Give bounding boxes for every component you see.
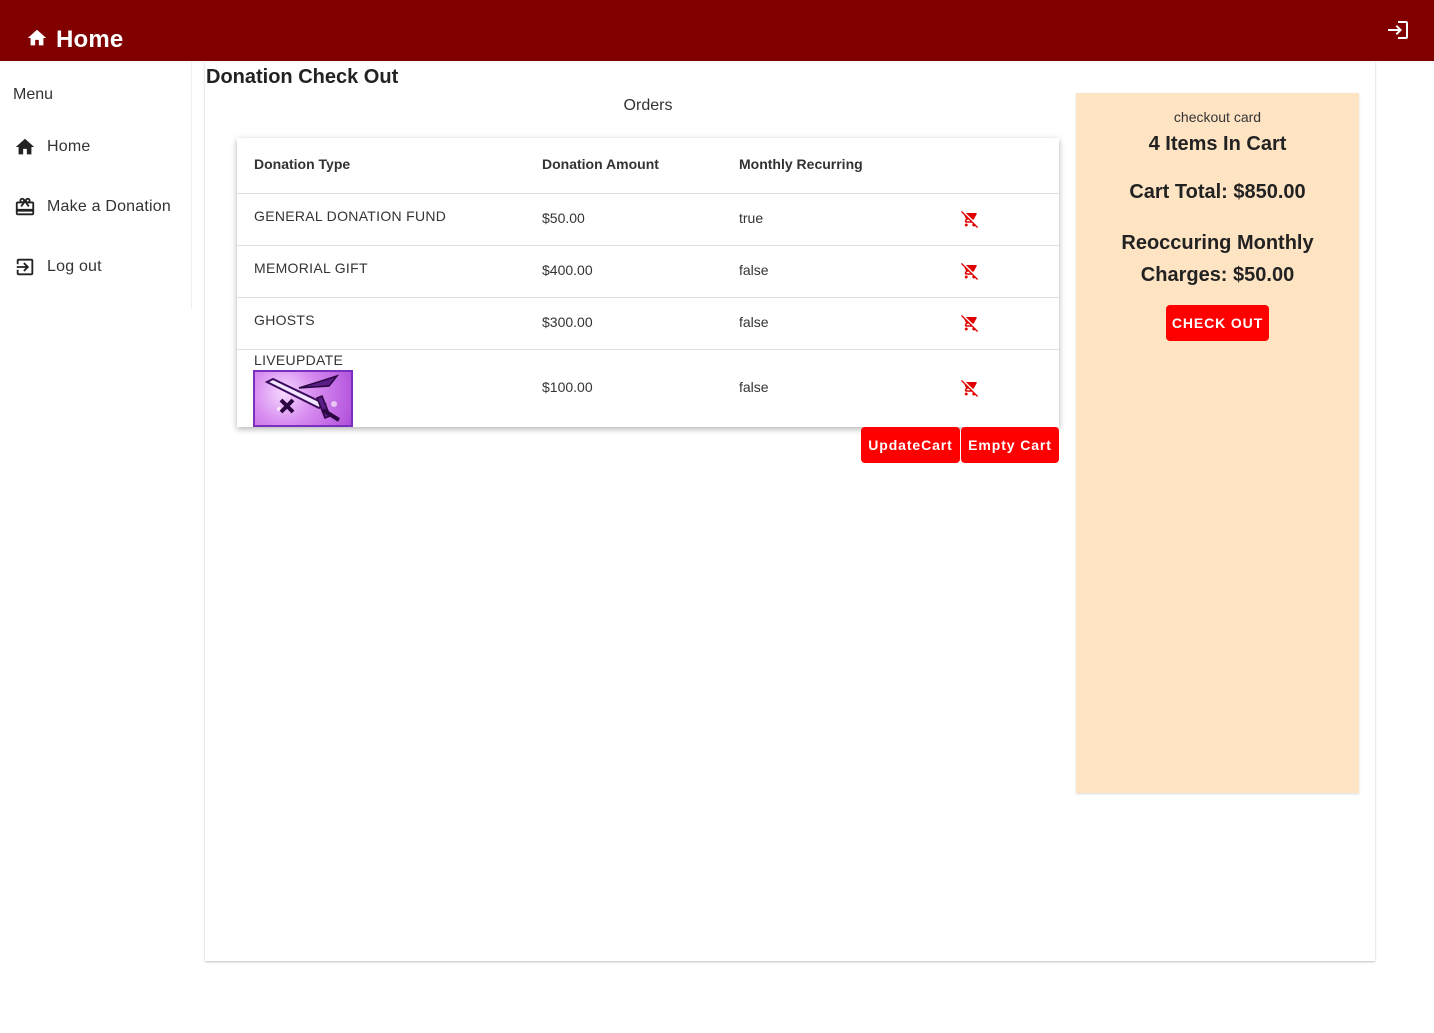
- donation-amount-cell: $300.00: [542, 314, 593, 330]
- table-header: Donation Type Donation Amount Monthly Re…: [237, 138, 1059, 194]
- donation-amount-cell: $400.00: [542, 262, 593, 278]
- remove-from-cart-icon[interactable]: [961, 262, 981, 282]
- table-row: GENERAL DONATION FUND $50.00 true: [237, 194, 1059, 246]
- app-bar: Home: [0, 0, 1434, 61]
- side-drawer: Menu Home Make a Donation Log out: [0, 61, 192, 309]
- sidebar-item-home[interactable]: Home: [0, 123, 192, 171]
- sidebar-item-label: Home: [47, 138, 91, 155]
- table-row: LIVEUPDATE $100.00 false: [237, 350, 1059, 427]
- app-title: Home: [56, 26, 124, 53]
- checkout-card-label: checkout card: [1173, 109, 1262, 125]
- login-button[interactable]: [1386, 18, 1410, 42]
- table-row: MEMORIAL GIFT $400.00 false: [237, 246, 1059, 298]
- donation-type-cell: MEMORIAL GIFT: [254, 260, 368, 276]
- monthly-recurring-cell: true: [739, 210, 764, 226]
- monthly-recurring-cell: false: [739, 314, 769, 330]
- table-row: GHOSTS $300.00 false: [237, 298, 1059, 350]
- sidebar-item-label: Make a Donation: [47, 198, 171, 215]
- home-link[interactable]: Home: [26, 26, 123, 54]
- monthly-recurring-cell: false: [739, 262, 769, 278]
- sidebar-item-logout[interactable]: Log out: [0, 243, 192, 291]
- column-header-monthly-recurring: Monthly Recurring: [739, 156, 863, 172]
- menu-title: Menu: [13, 86, 54, 103]
- login-icon: [1386, 21, 1410, 46]
- page-title: Donation Check Out: [206, 66, 399, 88]
- checkout-card: checkout card 4 Items In Cart Cart Total…: [1076, 93, 1359, 793]
- orders-title: Orders: [623, 97, 673, 114]
- cart-total: Cart Total: $850.00: [1129, 181, 1306, 203]
- column-header-donation-type: Donation Type: [254, 156, 351, 172]
- donation-type-cell: GENERAL DONATION FUND: [254, 208, 447, 224]
- logout-icon: [14, 256, 36, 278]
- column-header-donation-amount: Donation Amount: [542, 156, 659, 172]
- sidebar-item-make-donation[interactable]: Make a Donation: [0, 183, 192, 231]
- donation-amount-cell: $100.00: [542, 379, 593, 395]
- remove-from-cart-icon[interactable]: [961, 314, 981, 334]
- items-in-cart: 4 Items In Cart: [1148, 133, 1287, 155]
- sidebar-item-label: Log out: [47, 258, 102, 275]
- remove-from-cart-icon[interactable]: [961, 210, 981, 230]
- home-icon: [14, 136, 36, 158]
- gift-icon: [14, 196, 36, 218]
- donation-type-cell: GHOSTS: [254, 312, 315, 328]
- orders-table: Donation Type Donation Amount Monthly Re…: [237, 138, 1059, 427]
- dagger-image: [253, 370, 353, 427]
- recurring-charges: Reoccuring Monthly Charges: $50.00: [1121, 232, 1314, 286]
- update-cart-button[interactable]: UpdateCart: [861, 427, 960, 463]
- remove-from-cart-icon[interactable]: [961, 379, 981, 399]
- empty-cart-button[interactable]: Empty Cart: [961, 427, 1059, 463]
- donation-type-cell: LIVEUPDATE: [254, 352, 344, 368]
- monthly-recurring-cell: false: [739, 379, 769, 395]
- home-icon: [26, 27, 48, 54]
- donation-amount-cell: $50.00: [542, 210, 585, 226]
- check-out-button[interactable]: CHECK OUT: [1166, 305, 1269, 341]
